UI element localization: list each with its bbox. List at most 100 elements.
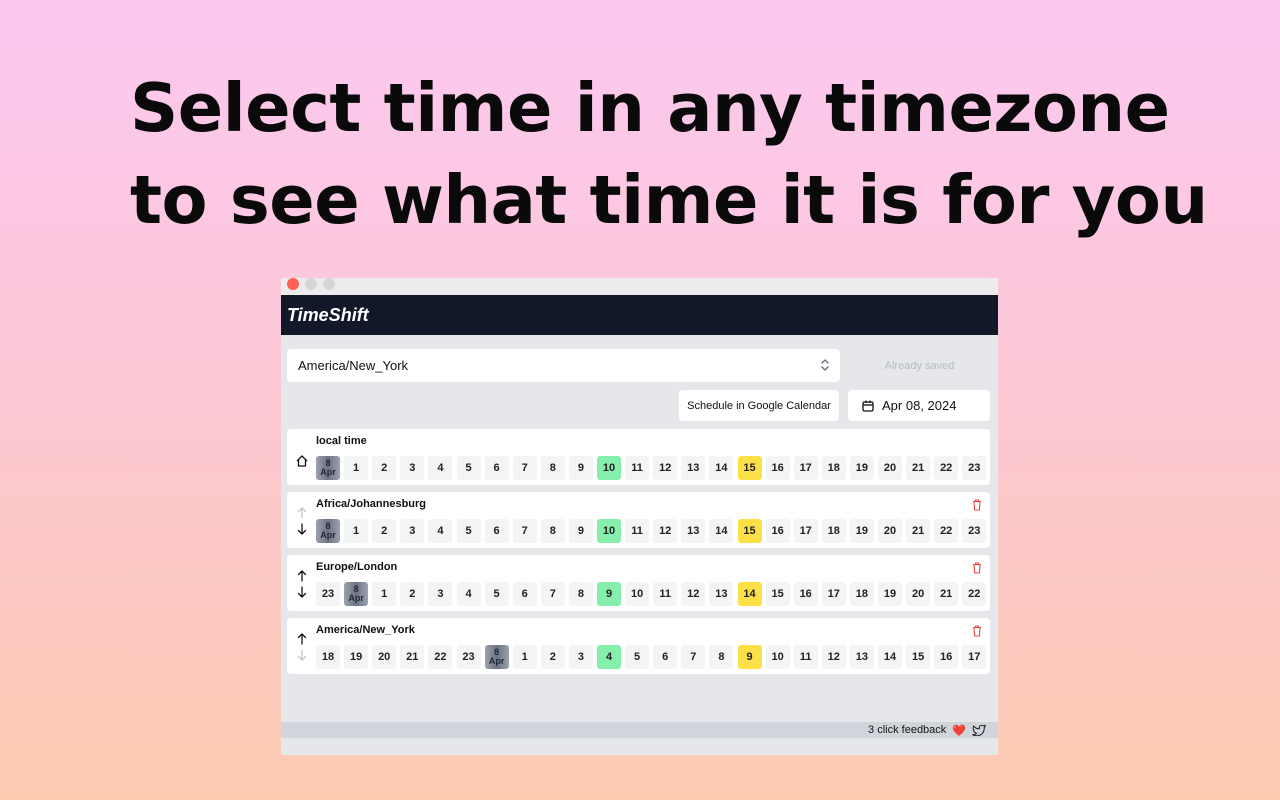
- trash-icon[interactable]: [972, 625, 982, 637]
- hour-cell[interactable]: 11: [793, 645, 818, 669]
- hour-cell[interactable]: 14: [737, 582, 762, 606]
- hour-cell[interactable]: 6: [484, 456, 509, 480]
- hour-cell[interactable]: 17: [821, 582, 846, 606]
- hour-cell[interactable]: 21: [906, 456, 931, 480]
- hour-cell[interactable]: 18: [821, 519, 846, 543]
- hour-cell[interactable]: 9: [568, 519, 593, 543]
- maximize-window-button[interactable]: [323, 278, 335, 290]
- hour-cell[interactable]: 2: [372, 456, 397, 480]
- hour-cell[interactable]: 23: [456, 645, 481, 669]
- hour-cell[interactable]: 10: [597, 519, 621, 543]
- hour-cell[interactable]: 14: [878, 645, 902, 669]
- hour-cell[interactable]: 21: [400, 645, 425, 669]
- hour-cell[interactable]: 3: [568, 645, 593, 669]
- hour-cell[interactable]: 5: [456, 519, 481, 543]
- hour-cell[interactable]: 5: [484, 582, 509, 606]
- hour-cell[interactable]: 1: [344, 456, 369, 480]
- home-icon[interactable]: [295, 441, 309, 477]
- hour-cell[interactable]: 11: [625, 456, 650, 480]
- hour-cell[interactable]: 22: [428, 645, 453, 669]
- hour-cell[interactable]: 16: [793, 582, 818, 606]
- hour-cell[interactable]: 13: [849, 645, 874, 669]
- hour-cell[interactable]: 2: [540, 645, 565, 669]
- hour-cell[interactable]: 4: [597, 645, 621, 669]
- hour-cell[interactable]: 11: [625, 519, 650, 543]
- hour-cell[interactable]: 6: [484, 519, 509, 543]
- hour-cell[interactable]: 8: [709, 645, 734, 669]
- hour-cell[interactable]: 10: [765, 645, 790, 669]
- hour-cell[interactable]: 2: [372, 519, 397, 543]
- hour-cell[interactable]: 22: [934, 519, 959, 543]
- hour-cell[interactable]: 7: [540, 582, 565, 606]
- date-cell[interactable]: 8 Apr: [484, 645, 509, 669]
- hour-cell[interactable]: 15: [737, 456, 762, 480]
- hour-cell[interactable]: 15: [765, 582, 790, 606]
- hour-cell[interactable]: 15: [906, 645, 931, 669]
- hour-cell[interactable]: 18: [316, 645, 340, 669]
- trash-icon[interactable]: [972, 499, 982, 511]
- hour-cell[interactable]: 8: [568, 582, 593, 606]
- hour-cell[interactable]: 19: [849, 519, 874, 543]
- hour-cell[interactable]: 10: [625, 582, 650, 606]
- hour-cell[interactable]: 13: [709, 582, 734, 606]
- hour-cell[interactable]: 7: [681, 645, 706, 669]
- hour-cell[interactable]: 1: [512, 645, 537, 669]
- close-window-button[interactable]: [287, 278, 299, 290]
- hour-cell[interactable]: 12: [653, 519, 678, 543]
- date-cell[interactable]: 8 Apr: [316, 519, 340, 543]
- hour-cell[interactable]: 20: [372, 645, 397, 669]
- hour-cell[interactable]: 1: [372, 582, 397, 606]
- hour-cell[interactable]: 11: [653, 582, 678, 606]
- feedback-link[interactable]: 3 click feedback: [868, 724, 946, 736]
- hour-cell[interactable]: 7: [512, 456, 537, 480]
- hour-cell[interactable]: 9: [737, 645, 762, 669]
- hour-cell[interactable]: 7: [512, 519, 537, 543]
- hour-cell[interactable]: 21: [934, 582, 959, 606]
- hour-cell[interactable]: 6: [512, 582, 537, 606]
- hour-cell[interactable]: 22: [962, 582, 987, 606]
- hour-cell[interactable]: 3: [428, 582, 453, 606]
- hour-cell[interactable]: 16: [765, 456, 790, 480]
- hour-cell[interactable]: 17: [793, 519, 818, 543]
- hour-cell[interactable]: 14: [709, 519, 734, 543]
- hour-cell[interactable]: 2: [400, 582, 425, 606]
- schedule-google-calendar-button[interactable]: Schedule in Google Calendar: [679, 390, 839, 421]
- hour-cell[interactable]: 3: [400, 456, 425, 480]
- move-arrows-icon[interactable]: [295, 630, 309, 666]
- hour-cell[interactable]: 23: [962, 456, 987, 480]
- hour-cell[interactable]: 14: [709, 456, 734, 480]
- hour-cell[interactable]: 15: [737, 519, 762, 543]
- hour-cell[interactable]: 12: [821, 645, 846, 669]
- hour-cell[interactable]: 13: [681, 519, 706, 543]
- timezone-select[interactable]: America/New_York: [287, 349, 840, 382]
- move-arrows-icon[interactable]: [295, 567, 309, 603]
- hour-cell[interactable]: 20: [906, 582, 931, 606]
- hour-cell[interactable]: 5: [456, 456, 481, 480]
- hour-cell[interactable]: 9: [568, 456, 593, 480]
- hour-cell[interactable]: 6: [653, 645, 678, 669]
- hour-cell[interactable]: 17: [962, 645, 987, 669]
- date-picker-button[interactable]: Apr 08, 2024: [848, 390, 990, 421]
- date-cell[interactable]: 8 Apr: [344, 582, 369, 606]
- hour-cell[interactable]: 19: [849, 456, 874, 480]
- hour-cell[interactable]: 18: [821, 456, 846, 480]
- hour-cell[interactable]: 4: [428, 456, 453, 480]
- hour-cell[interactable]: 20: [878, 456, 902, 480]
- hour-cell[interactable]: 13: [681, 456, 706, 480]
- hour-cell[interactable]: 19: [344, 645, 369, 669]
- date-cell[interactable]: 8 Apr: [316, 456, 340, 480]
- hour-cell[interactable]: 20: [878, 519, 902, 543]
- hour-cell[interactable]: 23: [962, 519, 987, 543]
- hour-cell[interactable]: 12: [681, 582, 706, 606]
- hour-cell[interactable]: 17: [793, 456, 818, 480]
- minimize-window-button[interactable]: [305, 278, 317, 290]
- hour-cell[interactable]: 16: [765, 519, 790, 543]
- hour-cell[interactable]: 16: [934, 645, 959, 669]
- hour-cell[interactable]: 3: [400, 519, 425, 543]
- trash-icon[interactable]: [972, 562, 982, 574]
- hour-cell[interactable]: 18: [849, 582, 874, 606]
- hour-cell[interactable]: 23: [316, 582, 340, 606]
- hour-cell[interactable]: 9: [597, 582, 621, 606]
- hour-cell[interactable]: 22: [934, 456, 959, 480]
- hour-cell[interactable]: 10: [597, 456, 621, 480]
